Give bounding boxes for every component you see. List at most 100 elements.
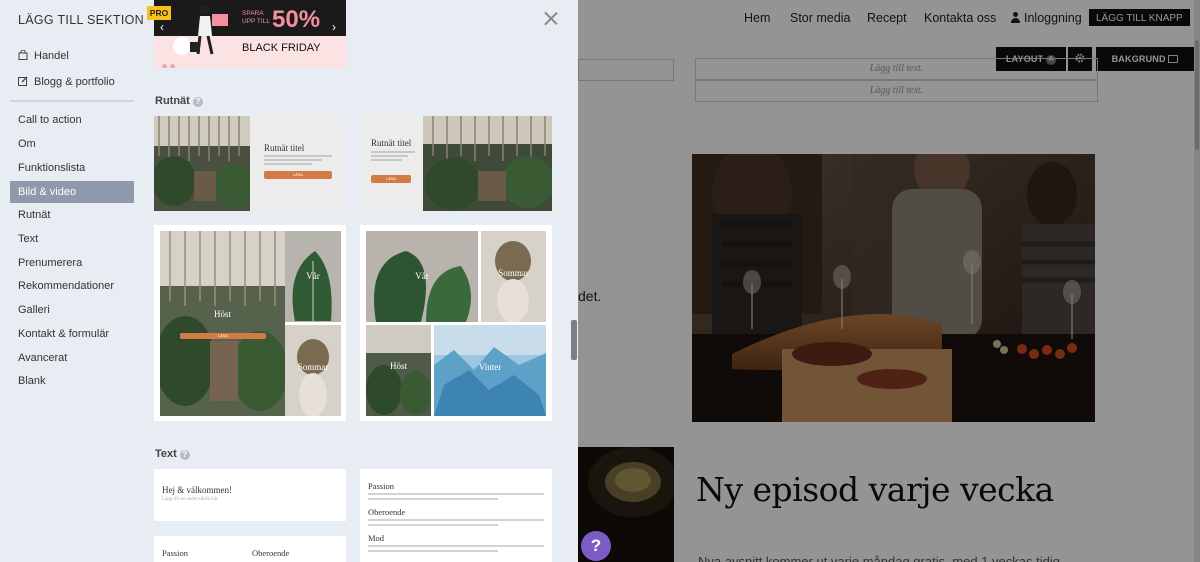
text-line	[368, 545, 544, 547]
user-icon	[1010, 12, 1021, 23]
tile-host: Höst LÄSA	[160, 231, 285, 416]
card-subtitle: Lägg till en underrubrik här	[162, 497, 218, 502]
sidebar-item-text[interactable]: Text	[10, 228, 134, 250]
banner-black-friday: BLACK FRIDAY	[242, 42, 321, 54]
panel-scrollbar-thumb[interactable]	[571, 320, 577, 360]
page-scrollbar[interactable]	[1194, 0, 1200, 562]
patio-image	[423, 116, 552, 211]
background-button[interactable]: BAKGRUND	[1096, 47, 1194, 71]
grid-template-seasons-a[interactable]: Höst LÄSA Vår Sommar	[154, 225, 346, 421]
sidebar-item-rekommendationer[interactable]: Rekommendationer	[10, 275, 134, 297]
category-sidebar: LÄGG TILL SEKTION Handel Blogg & portfol…	[0, 0, 144, 562]
sidebar-item-kontakt[interactable]: Kontakt & formulär	[10, 323, 134, 345]
nav-link-stor-media[interactable]: Stor media	[790, 11, 850, 25]
banner-percent: 50%	[272, 6, 321, 33]
help-icon[interactable]: ?	[179, 450, 190, 460]
add-section-panel: LÄGG TILL SEKTION Handel Blogg & portfol…	[0, 0, 578, 562]
help-button[interactable]: ?	[581, 531, 611, 561]
rutnat-template-image-left[interactable]: Rutnät titel LÄSA	[154, 116, 346, 211]
sidebar-item-prenumerera[interactable]: Prenumerera	[10, 252, 134, 274]
card-button: LÄSA	[264, 171, 332, 179]
text-line	[368, 498, 498, 500]
black-friday-template[interactable]: ‹ › SPARA UPP TILL 50% BLACK FRIDAY	[154, 0, 346, 68]
carousel-dot[interactable]	[170, 64, 175, 68]
nav-link-hem[interactable]: Hem	[744, 11, 770, 25]
tile-label: Sommar	[297, 362, 329, 372]
nav-link-recept[interactable]: Recept	[867, 11, 907, 25]
tile-var: Vår	[366, 231, 478, 322]
card-title: Rutnät titel	[371, 138, 412, 148]
nav-link-kontakta-oss[interactable]: Kontakta oss	[924, 11, 996, 25]
sidebar-item-avancerat[interactable]: Avancerat	[10, 347, 134, 369]
sidebar-item-funktionslista[interactable]: Funktionslista	[10, 157, 134, 179]
text-block-left[interactable]	[578, 59, 674, 81]
sidebar-item-blank[interactable]: Blank	[10, 370, 134, 392]
card-text-lines	[264, 155, 332, 169]
section-heading-text: Text?	[155, 448, 190, 460]
panel-title: LÄGG TILL SEKTION	[18, 13, 144, 27]
image-icon	[1168, 55, 1179, 63]
tile-sommar: Sommar	[481, 231, 546, 322]
episode-paragraph[interactable]: Nya avsnitt kommer ut varje måndag grati…	[698, 554, 1060, 562]
tile-label: Vår	[306, 271, 320, 281]
card-text-lines	[371, 151, 415, 165]
sidebar-item-call-to-action[interactable]: Call to action	[10, 109, 134, 131]
text-template-welcome[interactable]: Hej & välkommen! Lägg till en underrubri…	[154, 469, 346, 521]
tile-host: Höst	[366, 325, 431, 416]
category-handel[interactable]: Handel	[18, 50, 69, 62]
text-template-values[interactable]: Passion Oberoende Mod	[360, 469, 552, 562]
text-block-2[interactable]: Lägg till text.	[695, 80, 1098, 102]
banner-spara-line1: SPARA	[242, 10, 264, 17]
website-preview: Hem Stor media Recept Kontakta oss Inlog…	[578, 0, 1200, 562]
chevron-right-icon[interactable]: ›	[332, 20, 336, 34]
close-icon[interactable]	[542, 10, 560, 28]
tile-label: Höst	[213, 309, 231, 319]
tile-label: Vår	[415, 271, 429, 281]
carousel-dot[interactable]	[162, 64, 167, 68]
partial-text: det.	[578, 288, 602, 304]
friends-dinner-image[interactable]	[692, 154, 1095, 422]
carousel-dots	[162, 56, 178, 68]
tile-sommar: Sommar	[285, 325, 341, 416]
text-block-1[interactable]: Lägg till text.	[695, 58, 1098, 80]
grid-template-seasons-b[interactable]: Vår Sommar Höst Vinter	[360, 225, 552, 421]
sidebar-item-bild-video[interactable]: Bild & video	[10, 181, 134, 203]
tile-button: LÄSA	[180, 333, 266, 339]
section-heading-rutnat: Rutnät?	[155, 95, 203, 107]
add-button-button[interactable]: LÄGG TILL KNAPP	[1088, 8, 1191, 27]
shopping-bag-icon	[18, 50, 28, 60]
card-title-passion: Passion	[162, 548, 188, 558]
tile-var: Vår	[285, 231, 341, 322]
chevron-left-icon[interactable]: ‹	[160, 20, 164, 34]
sidebar-item-om[interactable]: Om	[10, 133, 134, 155]
sidebar-item-galleri[interactable]: Galleri	[10, 299, 134, 321]
category-label: Blogg & portfolio	[34, 76, 115, 88]
site-nav: Hem Stor media Recept Kontakta oss Inlog…	[578, 0, 1200, 36]
section-heading-label: Rutnät	[155, 95, 190, 107]
banner-spara: SPARA UPP TILL	[242, 10, 270, 26]
category-label: Handel	[34, 50, 69, 62]
text-line	[368, 493, 544, 495]
banner-spara-line2: UPP TILL	[242, 18, 270, 25]
tile-vinter: Vinter	[434, 325, 546, 416]
section-heading-label: Text	[155, 448, 177, 460]
card-title: Rutnät titel	[264, 143, 305, 153]
category-blogg[interactable]: Blogg & portfolio	[18, 76, 115, 88]
edit-icon	[18, 76, 28, 86]
tile-label: Sommar	[498, 268, 529, 278]
background-label: BAKGRUND	[1111, 54, 1166, 64]
rutnat-template-image-right[interactable]: Rutnät titel LÄSA	[361, 116, 552, 211]
card-title: Hej & välkommen!	[162, 485, 232, 495]
help-icon[interactable]: ?	[192, 97, 203, 107]
card-title-passion: Passion	[368, 481, 394, 491]
login-link[interactable]: Inloggning	[1010, 11, 1082, 25]
sidebar-item-rutnat[interactable]: Rutnät	[10, 204, 134, 226]
episode-heading[interactable]: Ny episod varje vecka	[696, 470, 1054, 509]
shopper-illustration	[173, 5, 228, 55]
text-line	[368, 519, 544, 521]
divider	[10, 100, 134, 102]
card-title-mod: Mod	[368, 533, 385, 543]
text-template-columns[interactable]: Passion Oberoende	[154, 536, 346, 562]
tile-label: Höst	[389, 361, 407, 371]
card-button: LÄSA	[371, 175, 411, 183]
